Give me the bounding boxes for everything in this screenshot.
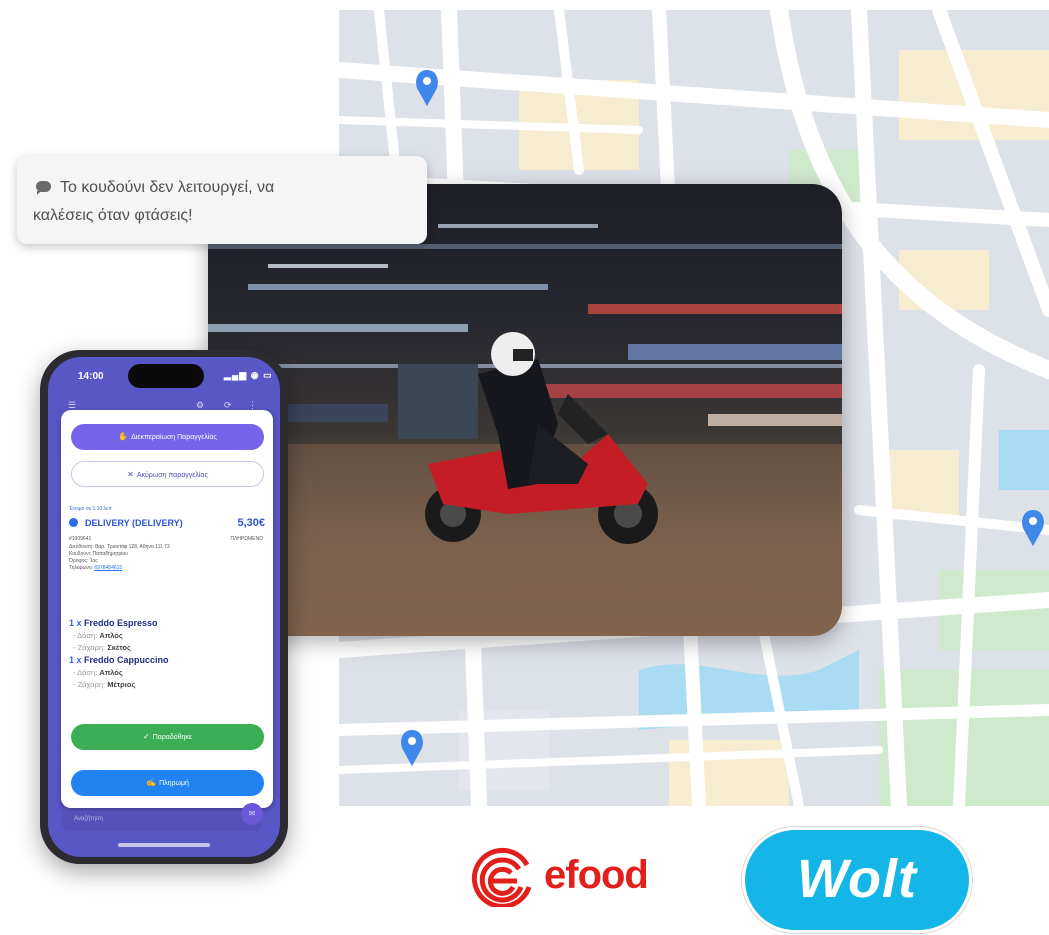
order-address: Διεύθυνση: Βαρ. Τριανταφ 128, Αθήνα 111 …	[69, 544, 170, 550]
item-option: - Ζάχαρη: Μέτριος	[73, 680, 136, 689]
order-ready-time: Έτοιμο σε 1:10 λεπ	[69, 506, 112, 512]
status-time: 14:00	[78, 371, 104, 382]
wolt-wordmark: Wolt	[797, 849, 917, 909]
order-id-row: #1009641 ΠΛΗΡΩΜΕΝΟ	[69, 536, 263, 542]
item-option: - Ζάχαρη: Σκέτος	[73, 643, 131, 652]
order-phone-row: Τηλέφωνο: 6978484615	[69, 565, 123, 571]
cancel-icon: ✕	[127, 470, 134, 479]
payment-icon: ✍	[146, 778, 157, 787]
status-bar: 14:00 ▂▄▆ ◉ ▭	[48, 357, 280, 397]
search-input[interactable]: Αναζήτηση	[62, 811, 262, 831]
order-bell-note: Κουδούνι: Παπαδημητρίου	[69, 551, 128, 557]
item-option: - Δόση: Απλός	[73, 668, 123, 677]
accept-order-button[interactable]: ✋ Διεκπεραίωση Παραγγελίας	[71, 424, 264, 450]
delivery-rider-photo	[208, 184, 842, 636]
list-item: 1 x Freddo Espresso	[69, 618, 158, 628]
cancel-order-button[interactable]: ✕ Ακύρωση παραγγελίας	[71, 461, 264, 487]
item-option: - Δόση: Απλός	[73, 631, 123, 640]
list-item: 1 x Freddo Cappuccino	[69, 655, 169, 665]
chat-fab-button[interactable]: ✉	[241, 803, 263, 825]
phone-mockup: 14:00 ▂▄▆ ◉ ▭ ☰ ⚙ ⟳ ⋮ ✋ Διεκπεραίωση Παρα…	[40, 350, 288, 864]
wolt-logo: Wolt	[745, 830, 969, 930]
signal-icons: ▂▄▆ ◉ ▭	[224, 370, 273, 380]
status-dot-icon	[69, 518, 78, 527]
efood-wordmark: efood	[544, 853, 649, 897]
efood-mark-icon	[471, 847, 532, 907]
dynamic-island	[128, 364, 204, 388]
phone-screen: 14:00 ▂▄▆ ◉ ▭ ☰ ⚙ ⟳ ⋮ ✋ Διεκπεραίωση Παρα…	[48, 357, 280, 857]
note-line-2: καλέσεις όταν φτάσεις!	[33, 207, 193, 224]
order-price: 5,30€	[237, 517, 265, 529]
hand-icon: ✋	[118, 432, 129, 441]
customer-note-bubble: Το κουδούνι δεν λειτουργεί, να καλέσεις …	[17, 156, 427, 244]
delivered-button[interactable]: ✓ Παραδόθηκε	[71, 724, 264, 750]
order-floor: Όροφος: 1ος	[69, 558, 98, 564]
note-line-1: Το κουδούνι δεν λειτουργεί, να	[33, 174, 413, 202]
payment-status: ΠΛΗΡΩΜΕΝΟ	[230, 536, 263, 542]
order-card: ✋ Διεκπεραίωση Παραγγελίας ✕ Ακύρωση παραγ…	[61, 410, 273, 808]
order-items: 1 x Freddo Espresso - Δόση: Απλός - Ζάχα…	[69, 617, 269, 691]
check-icon: ✓	[142, 732, 150, 741]
chat-icon	[36, 181, 51, 196]
home-indicator	[118, 843, 210, 847]
payment-button[interactable]: ✍ Πληρωμή	[71, 770, 264, 796]
customer-phone-link[interactable]: 6978484615	[94, 565, 122, 571]
order-type: DELIVERY (DELIVERY) 5,30€	[69, 517, 269, 529]
